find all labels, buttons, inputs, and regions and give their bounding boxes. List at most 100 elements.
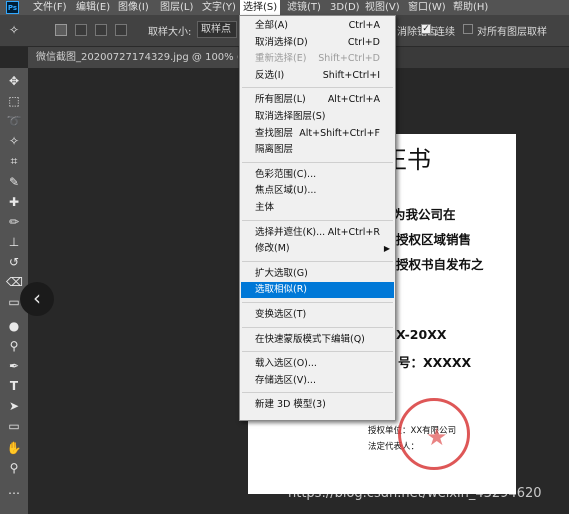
select-menu-item[interactable]: 反选(I) Shift+Ctrl+I	[241, 68, 394, 84]
pen-icon[interactable]: ✒	[6, 358, 22, 374]
menu-item-label: 全部(A)	[255, 20, 288, 31]
menu-item-label: 存储选区(V)...	[255, 374, 316, 386]
menu-item-label: 所有图层(L)	[255, 94, 306, 106]
menu-separator	[242, 260, 393, 262]
menu-item-label: 取消选择图层(S)	[255, 111, 326, 122]
history-brush-icon[interactable]: ↺	[6, 254, 22, 270]
menu-image[interactable]: 图像(I)	[115, 0, 152, 15]
document-tab[interactable]: 微信截图_20200727174329.jpg @ 100% (图层	[28, 47, 238, 68]
hand-icon[interactable]: ✋	[6, 440, 22, 456]
select-menu-item[interactable]: 选取相似(R)	[241, 282, 394, 299]
subtract-selection-button[interactable]	[95, 24, 107, 36]
submenu-arrow-icon: ▶	[383, 244, 390, 254]
photoshop-logo: Ps	[6, 1, 19, 14]
select-menu-item[interactable]: 修改(M) ▶	[241, 241, 394, 257]
select-menu-item[interactable]: 选择并遮住(K)... Alt+Ctrl+R	[241, 225, 394, 241]
intersect-selection-button[interactable]	[115, 24, 127, 36]
menu-item-label: 选取相似(R)	[255, 284, 308, 296]
eyedropper-icon[interactable]: ✎	[6, 174, 22, 190]
menu-separator	[242, 219, 393, 221]
menu-item-shortcut: Alt+Ctrl+A	[327, 94, 380, 106]
rectangle-icon[interactable]: ▭	[6, 418, 22, 434]
select-menu-item[interactable]: 载入选区(O)...	[241, 356, 394, 372]
menu-item-shortcut: Ctrl+A	[348, 20, 380, 31]
all-layers-checkbox[interactable]	[463, 24, 473, 34]
select-menu-item[interactable]: 在快速蒙版模式下编辑(Q)	[241, 332, 394, 348]
more-tools-icon[interactable]: …	[6, 482, 22, 498]
seal-star-icon: ★	[426, 423, 448, 451]
clone-stamp-icon[interactable]: ⊥	[6, 234, 22, 250]
select-menu-item[interactable]: 变换选区(T)	[241, 307, 394, 323]
select-menu-item[interactable]: 所有图层(L) Alt+Ctrl+A	[241, 92, 394, 108]
menu-3d[interactable]: 3D(D)	[327, 0, 363, 15]
select-menu-item[interactable]: 取消选择图层(S)	[241, 109, 394, 125]
sample-size-select[interactable]: 取样点	[197, 21, 237, 38]
doc-line: 授权书自发布之	[396, 257, 484, 272]
crop-icon[interactable]: ⌗	[6, 153, 22, 169]
select-menu-item[interactable]: 主体	[241, 200, 394, 216]
doc-line: X-20XX	[396, 327, 447, 342]
menu-item-label: 反选(I)	[255, 69, 285, 81]
previous-arrow-button[interactable]: ‹	[20, 282, 54, 316]
menu-item-label: 载入选区(O)...	[255, 358, 317, 370]
type-icon[interactable]: T	[6, 378, 22, 394]
menu-window[interactable]: 窗口(W)	[405, 0, 449, 15]
menu-separator	[242, 87, 393, 89]
select-menu-item[interactable]: 全部(A) Ctrl+A	[241, 18, 394, 34]
menu-bar: Ps 文件(F) 编辑(E) 图像(I) 图层(L) 文字(Y) 选择(S) 滤…	[0, 0, 569, 15]
menu-edit[interactable]: 编辑(E)	[73, 0, 113, 15]
healing-brush-icon[interactable]: ✚	[6, 194, 22, 210]
lasso-icon[interactable]: ➰	[6, 113, 22, 129]
menu-filter[interactable]: 滤镜(T)	[284, 0, 324, 15]
contiguous-checkbox[interactable]: ✓	[421, 24, 431, 34]
watermark-text: https://blog.csdn.net/weixin_43294620	[288, 486, 542, 501]
menu-help[interactable]: 帮助(H)	[450, 0, 491, 15]
menu-separator	[242, 392, 393, 394]
menu-item-label: 取消选择(D)	[255, 36, 308, 48]
select-menu-item[interactable]: 焦点区域(U)...	[241, 183, 394, 199]
select-menu-item[interactable]: 查找图层 Alt+Shift+Ctrl+F	[241, 126, 394, 142]
anti-alias-label: 消除锯齿	[397, 27, 437, 38]
move-icon[interactable]: ✥	[6, 73, 22, 89]
dodge-icon[interactable]: ⚲	[6, 338, 22, 354]
marquee-icon[interactable]: ⬚	[6, 93, 22, 109]
menu-file[interactable]: 文件(F)	[30, 0, 70, 15]
menu-item-shortcut: Ctrl+D	[347, 36, 380, 48]
select-menu-item[interactable]: 新建 3D 模型(3)	[241, 397, 394, 413]
menu-item-shortcut: Alt+Ctrl+R	[327, 226, 380, 238]
menu-item-label: 在快速蒙版模式下编辑(Q)	[255, 333, 365, 345]
menu-item-shortcut: Shift+Ctrl+D	[318, 53, 380, 65]
magic-wand-icon[interactable]: ✧	[6, 133, 22, 149]
add-to-selection-button[interactable]	[75, 24, 87, 36]
menu-type[interactable]: 文字(Y)	[199, 0, 239, 15]
menu-layer[interactable]: 图层(L)	[157, 0, 196, 15]
menu-item-label: 修改(M)	[255, 243, 290, 255]
select-menu-item[interactable]: 存储选区(V)...	[241, 373, 394, 389]
new-selection-button[interactable]	[55, 24, 67, 36]
menu-item-label: 色彩范围(C)...	[255, 168, 317, 180]
select-menu-item: 重新选择(E) Shift+Ctrl+D	[241, 51, 394, 67]
brush-icon[interactable]: ✏	[6, 214, 22, 230]
select-menu-item[interactable]: 取消选择(D) Ctrl+D	[241, 35, 394, 51]
path-selection-icon[interactable]: ➤	[6, 398, 22, 414]
sample-size-label: 取样大小:	[148, 27, 192, 38]
magic-wand-preset-icon[interactable]: ✧	[6, 22, 22, 38]
menu-separator	[242, 326, 393, 328]
menu-item-label: 查找图层	[255, 127, 294, 139]
menu-separator	[242, 161, 393, 163]
doc-line: 号：XXXXX	[398, 355, 472, 370]
select-menu-item[interactable]: 色彩范围(C)...	[241, 167, 394, 183]
menu-select[interactable]: 选择(S)	[240, 0, 281, 15]
menu-item-label: 主体	[255, 202, 275, 213]
menu-item-label: 隔离图层	[255, 144, 294, 156]
menu-item-label: 变换选区(T)	[255, 309, 307, 320]
menu-item-shortcut: Alt+Shift+Ctrl+F	[299, 127, 380, 139]
menu-item-label: 新建 3D 模型(3)	[255, 399, 326, 411]
eraser-icon[interactable]: ⌫	[6, 274, 23, 290]
menu-item-shortcut: Shift+Ctrl+I	[322, 69, 380, 81]
blur-icon[interactable]: ●	[6, 318, 22, 334]
zoom-icon[interactable]: ⚲	[6, 460, 22, 476]
menu-view[interactable]: 视图(V)	[362, 0, 403, 15]
select-menu-item[interactable]: 隔离图层	[241, 142, 394, 158]
select-menu-item[interactable]: 扩大选取(G)	[241, 266, 394, 282]
